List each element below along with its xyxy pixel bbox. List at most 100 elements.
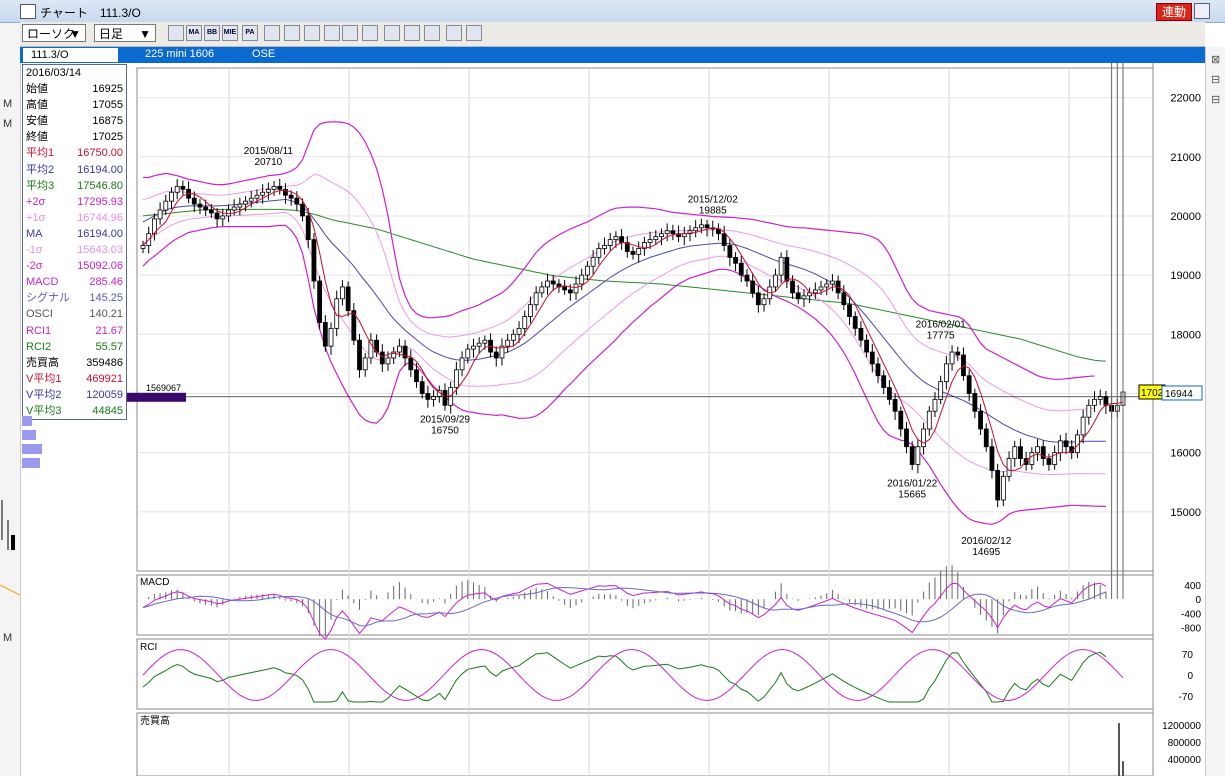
bb-button[interactable]: BB: [204, 25, 220, 41]
data-info-panel: 2016/03/14 始値 16925 高値 17055 安値 16875 終値 17025 平…: [22, 64, 127, 420]
pa-button[interactable]: PA: [242, 25, 258, 41]
candle-body: [1046, 458, 1052, 465]
info-row: V平均1 469921: [23, 371, 126, 387]
candle-body: [265, 188, 271, 193]
right-sidebar[interactable]: ⊠ ⊟ ⊟: [1205, 47, 1225, 776]
mie-button[interactable]: MIE: [222, 25, 238, 41]
annotation-date: 2016/02/12: [961, 536, 1011, 547]
info-row: +2σ 17295.93: [23, 194, 126, 210]
candle-body: [818, 286, 824, 291]
info-label: OSCI: [26, 308, 53, 321]
bar-icon[interactable]: [362, 25, 378, 41]
candle-body: [801, 295, 807, 300]
volume-profile-label: 1569067: [146, 383, 181, 393]
candle-body: [596, 248, 602, 258]
edit-icon[interactable]: [404, 25, 420, 41]
annotation-value: 19885: [699, 206, 727, 217]
info-value: 120059: [86, 388, 123, 401]
candle-body: [864, 339, 870, 353]
volume-profile-bar: [22, 458, 40, 468]
info-row: MA 16194.00: [23, 226, 126, 242]
candle-body: [174, 185, 180, 193]
candle-body: [528, 304, 533, 317]
info-label: 終値: [26, 131, 48, 144]
period-value: 日足: [99, 27, 124, 41]
print-icon[interactable]: [342, 25, 358, 41]
candle-body: [180, 185, 186, 190]
link-button[interactable]: 連動: [1156, 3, 1192, 21]
crosshair-icon[interactable]: [284, 25, 300, 41]
candle-body: [459, 357, 465, 371]
info-label: MACD: [26, 276, 59, 289]
eraser-icon[interactable]: [424, 25, 440, 41]
candle-body: [140, 245, 146, 249]
info-row: 安値 16875: [23, 113, 126, 129]
candle-body: [670, 230, 676, 235]
candle-body: [995, 469, 1001, 501]
info-value: 16194.00: [77, 227, 123, 240]
symbol-field[interactable]: 111.3/O: [23, 48, 118, 62]
candle-body: [163, 200, 169, 211]
search-icon[interactable]: [446, 25, 462, 41]
candle-body: [1080, 416, 1086, 436]
info-row: RCI2 55.57: [23, 339, 126, 355]
candle-body: [773, 274, 778, 288]
info-label: MA: [26, 227, 43, 240]
symbol-info-bar: 111.3/O 225 mini 1606 OSE: [20, 47, 1205, 63]
candle-body: [778, 256, 784, 276]
window-titlebar: チャート 111.3/O 連動: [0, 0, 1225, 23]
candle-body: [761, 298, 767, 306]
volume-panel: [136, 712, 1154, 776]
candle-body: [385, 357, 391, 365]
candle-body: [579, 274, 585, 285]
grid-icon[interactable]: [264, 25, 280, 41]
candle-body: [647, 239, 653, 243]
candle-body: [892, 398, 898, 412]
candle-body: [966, 375, 972, 394]
scroll-icon[interactable]: [304, 25, 320, 41]
candle-body: [362, 357, 368, 371]
chart-type-dropdown[interactable]: ローソク ▼: [22, 24, 86, 42]
candle-body: [904, 428, 909, 448]
candle-body: [493, 351, 499, 359]
volume-profile-bar: [22, 430, 36, 440]
chevron-down-icon: ▼: [139, 27, 151, 41]
candle-body: [744, 274, 750, 282]
price-chart[interactable]: 2200021000200001900018000170001600015000…: [0, 63, 1205, 776]
candle-body: [562, 286, 568, 291]
info-value: 16925: [92, 83, 123, 96]
candle-body: [989, 446, 995, 471]
period-dropdown[interactable]: 日足 ▼: [94, 24, 156, 42]
candle-body: [294, 197, 300, 205]
info-value: 16750.00: [77, 147, 123, 160]
candle-body: [220, 215, 226, 220]
candle-body: [191, 197, 197, 205]
candle-body: [573, 283, 579, 294]
candle-body: [248, 197, 254, 202]
info-value: 16194.00: [77, 163, 123, 176]
rci-tick-label: 70: [1182, 650, 1194, 661]
info-row: 売買高 359486: [23, 355, 126, 371]
candle-body: [197, 203, 203, 208]
maximize-icon[interactable]: [1194, 3, 1210, 19]
candle-body: [157, 209, 163, 220]
ma-button[interactable]: MA: [186, 25, 202, 41]
rci-tick-label: 0: [1187, 671, 1193, 682]
zoom-icon[interactable]: [324, 25, 340, 41]
info-label: 平均3: [26, 179, 55, 192]
settings-icon[interactable]: [168, 25, 184, 41]
fib-icon[interactable]: [466, 25, 482, 41]
candle-body: [288, 194, 294, 199]
candle-body: [510, 333, 516, 341]
info-row: -2σ 15092.06: [23, 258, 126, 274]
candle-body: [943, 363, 949, 383]
info-row: RCI1 21.67: [23, 323, 126, 339]
price-tick-label: 21000: [1170, 152, 1201, 164]
candle-body: [522, 316, 528, 329]
close-icon[interactable]: ⊠: [1211, 53, 1220, 66]
annotation-value: 20710: [254, 157, 282, 168]
pen-icon[interactable]: [384, 25, 400, 41]
candle-body: [841, 292, 847, 306]
exchange-name: OSE: [252, 48, 276, 60]
info-label: 平均2: [26, 163, 55, 176]
